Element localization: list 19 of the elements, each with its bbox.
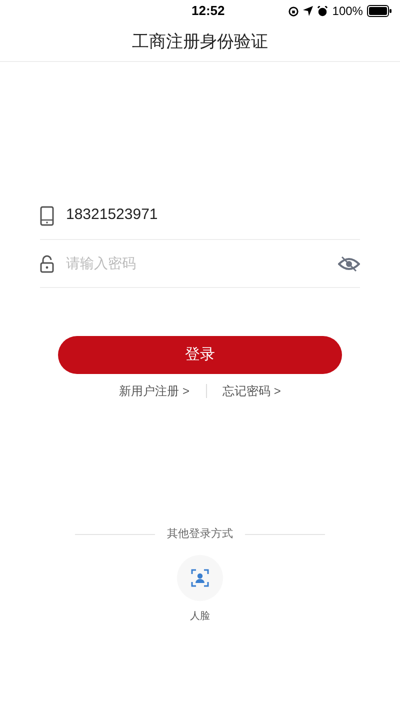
phone-icon [40, 206, 54, 226]
status-time: 12:52 [192, 2, 225, 20]
lock-icon [40, 254, 54, 272]
rotation-lock-icon [288, 6, 300, 16]
password-field[interactable]: 请输入密码 [66, 253, 326, 274]
face-scan-icon [191, 568, 209, 586]
battery-icon [366, 5, 392, 17]
face-login-button[interactable] [177, 554, 223, 600]
eye-slash-icon[interactable] [338, 256, 360, 272]
alarm-icon [317, 6, 328, 16]
battery-percent: 100% [332, 3, 363, 20]
phone-field[interactable]: 18321523971 [40, 192, 360, 240]
page-title: 工商注册身份验证 [132, 30, 268, 53]
forgot-password-link[interactable]: 忘记密码 > [222, 382, 281, 400]
register-link[interactable]: 新用户注册 > [119, 382, 190, 400]
login-button[interactable]: 登录 [58, 336, 342, 374]
face-login-label: 人脸 [190, 610, 210, 624]
other-login-heading: 其他登录方式 [167, 526, 233, 542]
location-icon [303, 6, 314, 16]
